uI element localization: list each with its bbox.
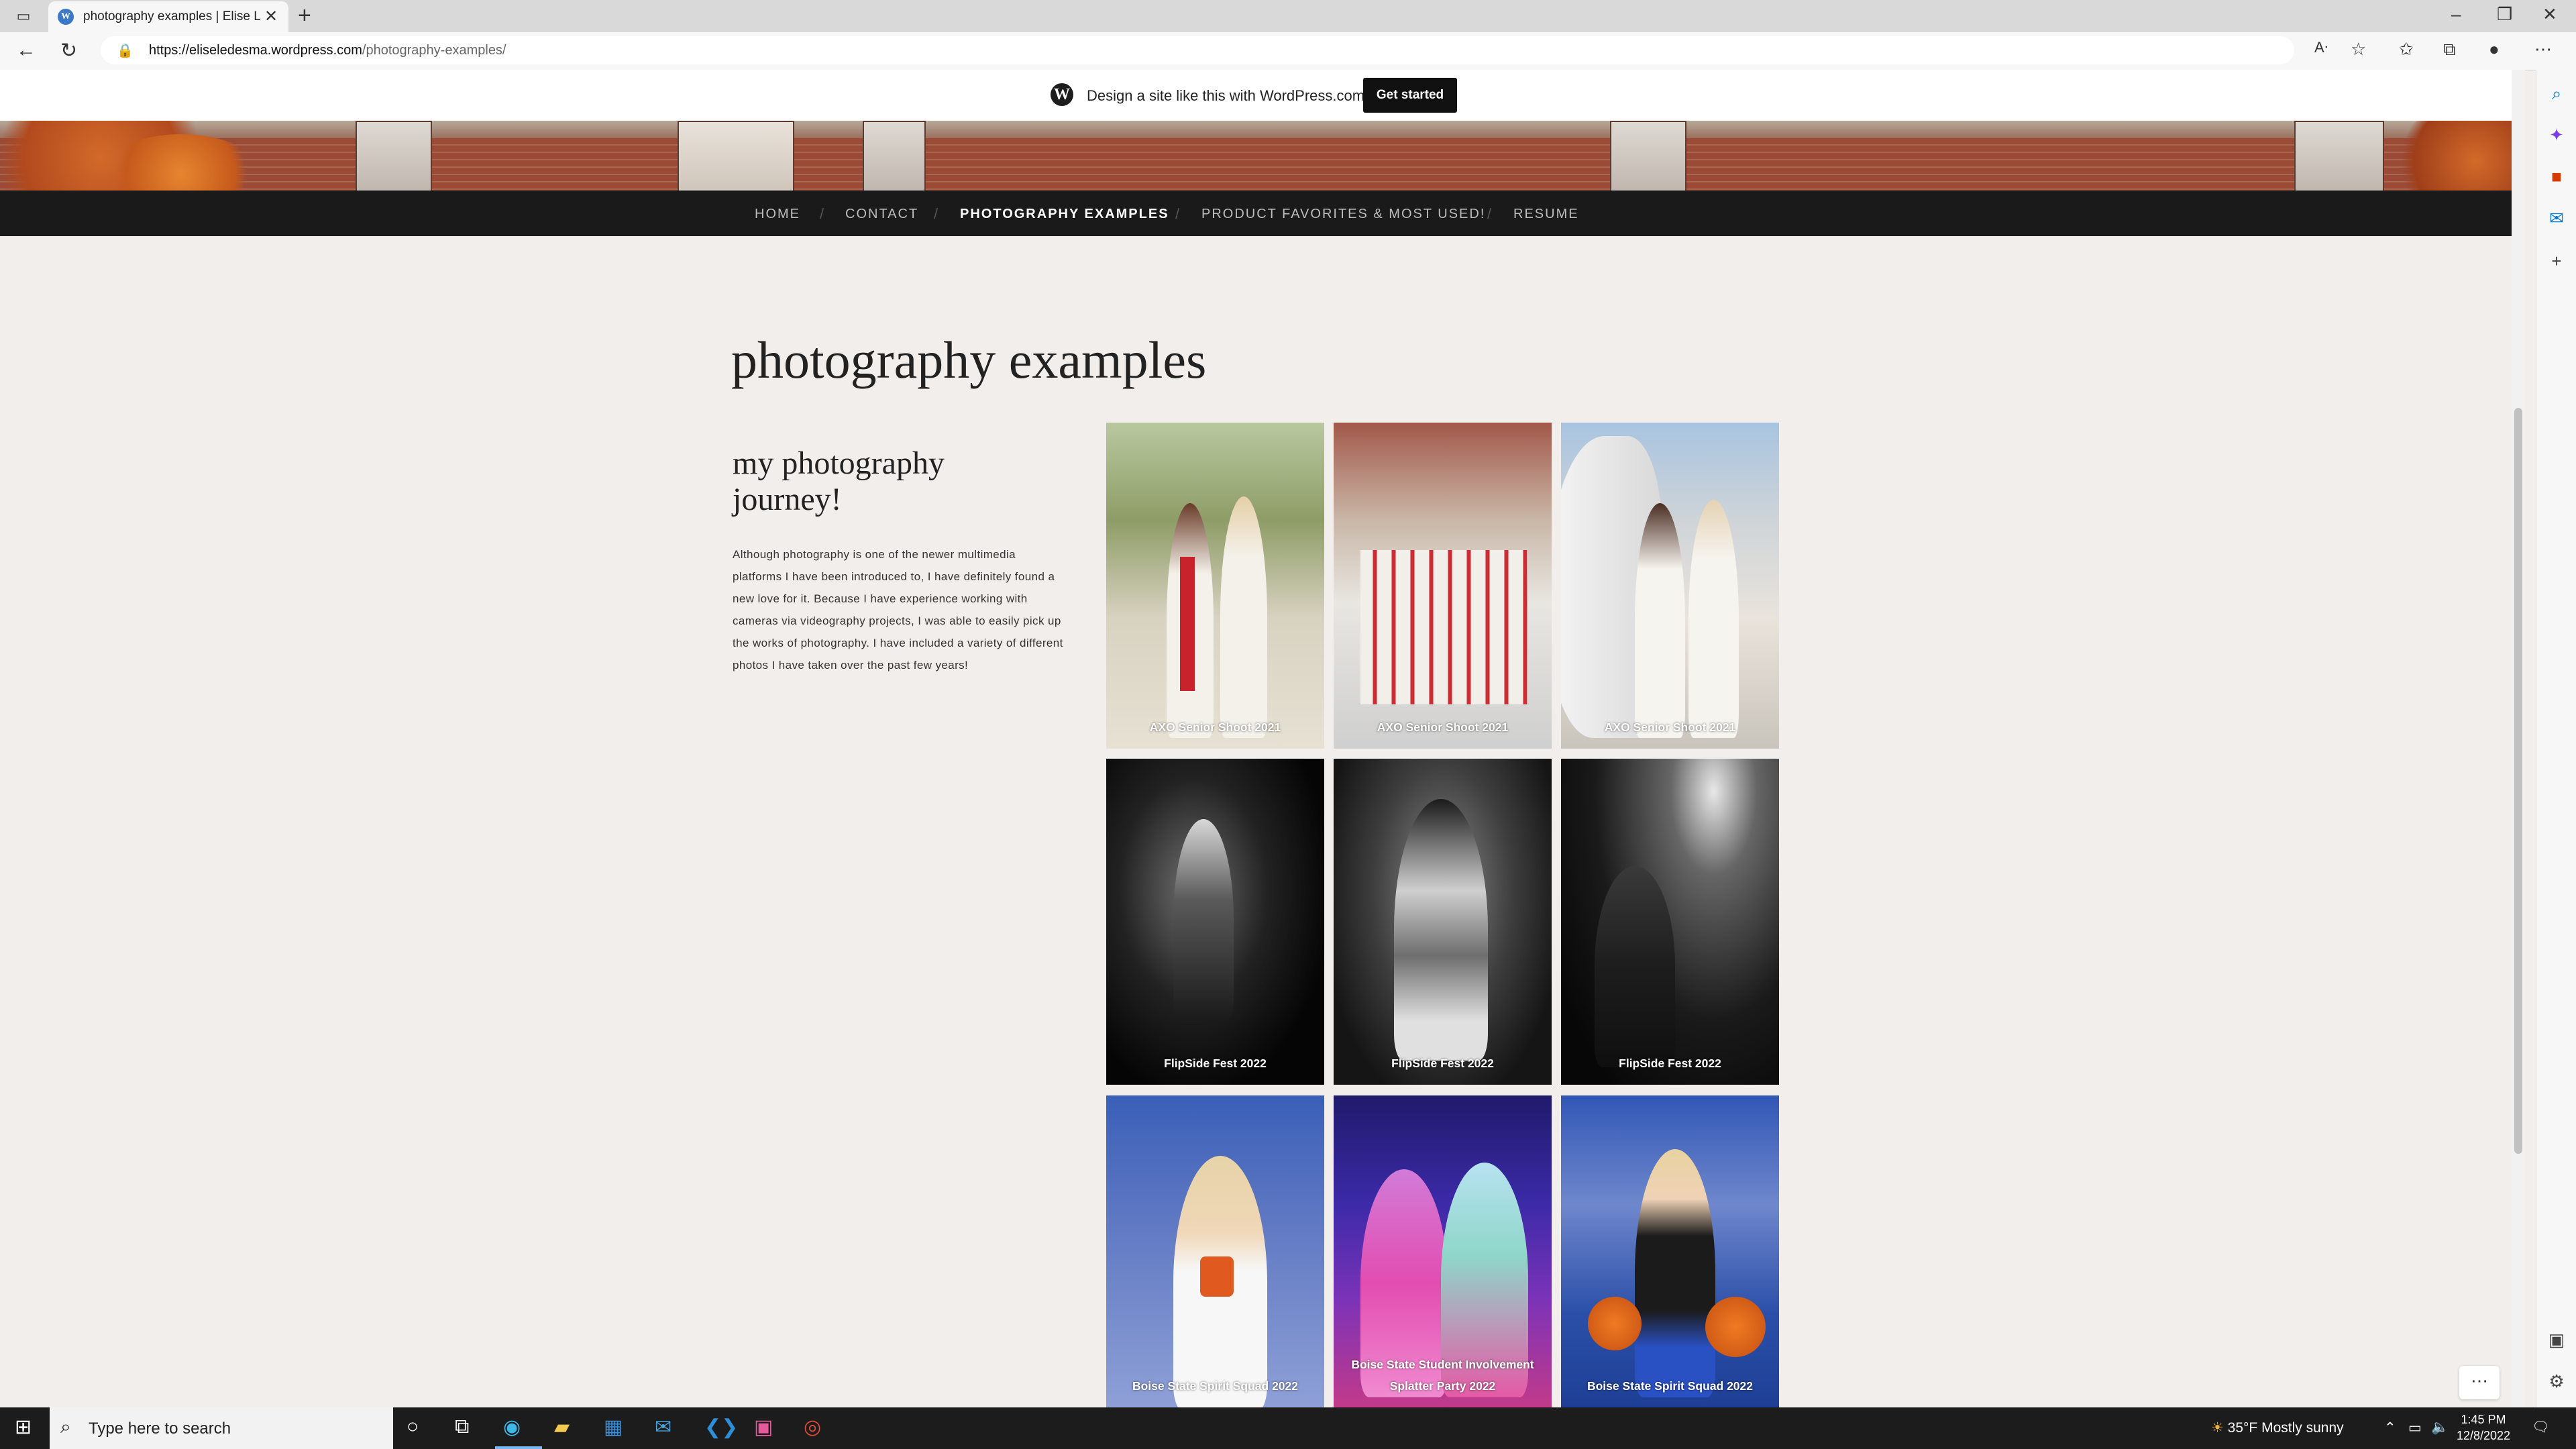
microsoft-store-icon[interactable]: ▦ (604, 1415, 623, 1439)
nav-item-contact[interactable]: CONTACT (845, 207, 918, 222)
gallery-caption: AXO Senior Shoot 2021 (1604, 720, 1736, 734)
gallery-tile[interactable]: AXO Senior Shoot 2021 (1334, 423, 1552, 749)
gallery-caption: AXO Senior Shoot 2021 (1149, 720, 1281, 734)
header-image (0, 121, 2512, 191)
active-app-indicator (495, 1446, 542, 1449)
gallery-caption: AXO Senior Shoot 2021 (1377, 720, 1509, 734)
taskbar-search-box[interactable]: ⌕ Type here to search (50, 1407, 393, 1449)
gallery-tile[interactable]: FlipSide Fest 2022 (1106, 759, 1324, 1085)
page-scrollbar[interactable] (2512, 70, 2525, 1407)
nav-item-product-favorites[interactable]: PRODUCT FAVORITES & MOST USED! (1201, 207, 1485, 222)
nav-item-resume[interactable]: RESUME (1513, 207, 1579, 222)
lock-icon[interactable]: 🔒 (117, 42, 133, 59)
window-close-icon[interactable]: ✕ (2542, 4, 2557, 25)
intro-paragraph: Although photography is one of the newer… (733, 548, 1063, 672)
read-aloud-icon[interactable]: Aᐧ (2314, 39, 2328, 56)
tab-actions-icon[interactable]: ▭ (13, 7, 34, 25)
clock-date: 12/8/2022 (2456, 1429, 2511, 1442)
tab-title: photography examples | Elise Le (83, 9, 260, 23)
gallery-caption: FlipSide Fest 2022 (1391, 1057, 1494, 1070)
edge-taskbar-icon[interactable]: ◉ (503, 1415, 521, 1439)
gallery-tile[interactable]: AXO Senior Shoot 2021 (1561, 423, 1779, 749)
volume-icon[interactable]: 🔈 (2431, 1419, 2449, 1436)
clock-time: 1:45 PM (2461, 1413, 2506, 1426)
sidebar-office-icon[interactable]: ■ (2536, 166, 2576, 187)
windows-taskbar: ⊞ ⌕ Type here to search ○ ⧉ ◉ ▰ ▦ ✉ ❮❯ ▣… (0, 1407, 2576, 1449)
nav-separator: / (934, 205, 938, 222)
gallery-caption: Boise State Spirit Squad 2022 (1587, 1379, 1754, 1393)
chrome-icon[interactable]: ◎ (804, 1415, 821, 1439)
wordpress-promo-text: Design a site like this with WordPress.c… (1087, 87, 1365, 104)
refresh-icon[interactable]: ↻ (60, 39, 77, 62)
nav-item-home[interactable]: HOME (755, 207, 800, 222)
gallery-tile[interactable]: FlipSide Fest 2022 (1334, 759, 1552, 1085)
sidebar-search-icon[interactable]: ⌕ (2536, 83, 2576, 105)
photos-app-icon[interactable]: ▣ (754, 1415, 773, 1439)
tab-close-icon[interactable]: ✕ (264, 7, 278, 26)
edge-sidebar: ⌕ ✦ ■ ✉ + ▣ ⚙ (2536, 70, 2576, 1407)
settings-more-icon[interactable]: ⋯ (2534, 39, 2552, 60)
address-toolbar: ← ↻ 🔒 https://eliseledesma.wordpress.com… (0, 32, 2576, 70)
gallery-tile[interactable]: Boise State Spirit Squad 2022 (1561, 1095, 1779, 1407)
gallery-tile[interactable]: FlipSide Fest 2022 (1561, 759, 1779, 1085)
notification-center-icon[interactable]: 🗨 (2532, 1419, 2550, 1436)
sidebar-hide-icon[interactable]: ▣ (2536, 1330, 2576, 1350)
cortana-icon[interactable]: ○ (407, 1415, 419, 1438)
gallery-caption: Boise State Student Involvement Splatter… (1351, 1358, 1534, 1393)
browser-tab-bar: ▭ W photography examples | Elise Le ✕ + … (0, 0, 2576, 32)
page-title: photography examples (731, 331, 1207, 389)
sidebar-add-icon[interactable]: + (2536, 251, 2576, 272)
tray-chevron-icon[interactable]: ⌃ (2384, 1419, 2396, 1436)
minimize-icon[interactable]: – (2451, 4, 2461, 25)
nav-separator: / (1487, 205, 1492, 222)
get-started-button[interactable]: Get started (1363, 78, 1457, 113)
weather-widget[interactable]: ☀ 35°F Mostly sunny (2211, 1419, 2344, 1436)
scrollbar-thumb[interactable] (2514, 408, 2522, 1154)
gallery-tile[interactable]: Boise State Student Involvement Splatter… (1334, 1095, 1552, 1407)
taskbar-clock[interactable]: 1:45 PM 12/8/2022 (2455, 1411, 2512, 1444)
gallery-caption: FlipSide Fest 2022 (1619, 1057, 1721, 1070)
sidebar-outlook-icon[interactable]: ✉ (2536, 208, 2576, 229)
wordpress-logo-icon: W (1051, 83, 1073, 106)
url-text: https://eliseledesma.wordpress.com/photo… (149, 43, 506, 58)
mail-icon[interactable]: ✉ (655, 1415, 672, 1439)
restore-icon[interactable]: ❐ (2497, 4, 2512, 25)
sidebar-settings-icon[interactable]: ⚙ (2536, 1371, 2576, 1392)
search-icon: ⌕ (60, 1416, 71, 1437)
back-icon[interactable]: ← (16, 39, 36, 62)
section-subtitle: my photography journey! (733, 445, 945, 517)
vscode-icon[interactable]: ❮❯ (704, 1415, 738, 1439)
nav-separator: / (820, 205, 824, 222)
more-actions-button[interactable]: ⋯ (2459, 1366, 2500, 1399)
browser-tab-active[interactable]: W photography examples | Elise Le ✕ (48, 1, 288, 32)
weather-text: 35°F Mostly sunny (2227, 1420, 2344, 1436)
task-view-icon[interactable]: ⧉ (455, 1415, 469, 1438)
collections-icon[interactable]: ⧉ (2443, 39, 2456, 60)
windows-start-icon[interactable]: ⊞ (15, 1415, 32, 1439)
nav-item-photography-examples[interactable]: PHOTOGRAPHY EXAMPLES (960, 207, 1169, 222)
nav-separator: / (1175, 205, 1180, 222)
taskbar-search-placeholder: Type here to search (89, 1419, 231, 1438)
gallery-tile[interactable]: AXO Senior Shoot 2021 (1106, 423, 1324, 749)
main-navigation: HOME / CONTACT / PHOTOGRAPHY EXAMPLES / … (0, 191, 2512, 236)
file-explorer-icon[interactable]: ▰ (554, 1415, 570, 1439)
sidebar-discover-icon[interactable]: ✦ (2536, 125, 2576, 146)
weather-sun-icon: ☀ (2211, 1420, 2224, 1436)
favorites-icon[interactable]: ✩ (2399, 39, 2414, 60)
gallery-tile[interactable]: Boise State Spirit Squad 2022 (1106, 1095, 1324, 1407)
gallery-caption: FlipSide Fest 2022 (1164, 1057, 1267, 1070)
wordpress-favicon-icon: W (58, 9, 74, 25)
gallery-caption: Boise State Spirit Squad 2022 (1132, 1379, 1299, 1393)
add-favorite-icon[interactable]: ☆ (2351, 39, 2366, 60)
new-tab-button[interactable]: + (298, 3, 311, 29)
network-icon[interactable]: ▭ (2408, 1419, 2422, 1436)
wordpress-promo-banner: W Design a site like this with WordPress… (0, 70, 2512, 121)
profile-avatar-icon[interactable]: ● (2489, 39, 2500, 60)
address-bar[interactable]: 🔒 https://eliseledesma.wordpress.com/pho… (101, 36, 2294, 64)
